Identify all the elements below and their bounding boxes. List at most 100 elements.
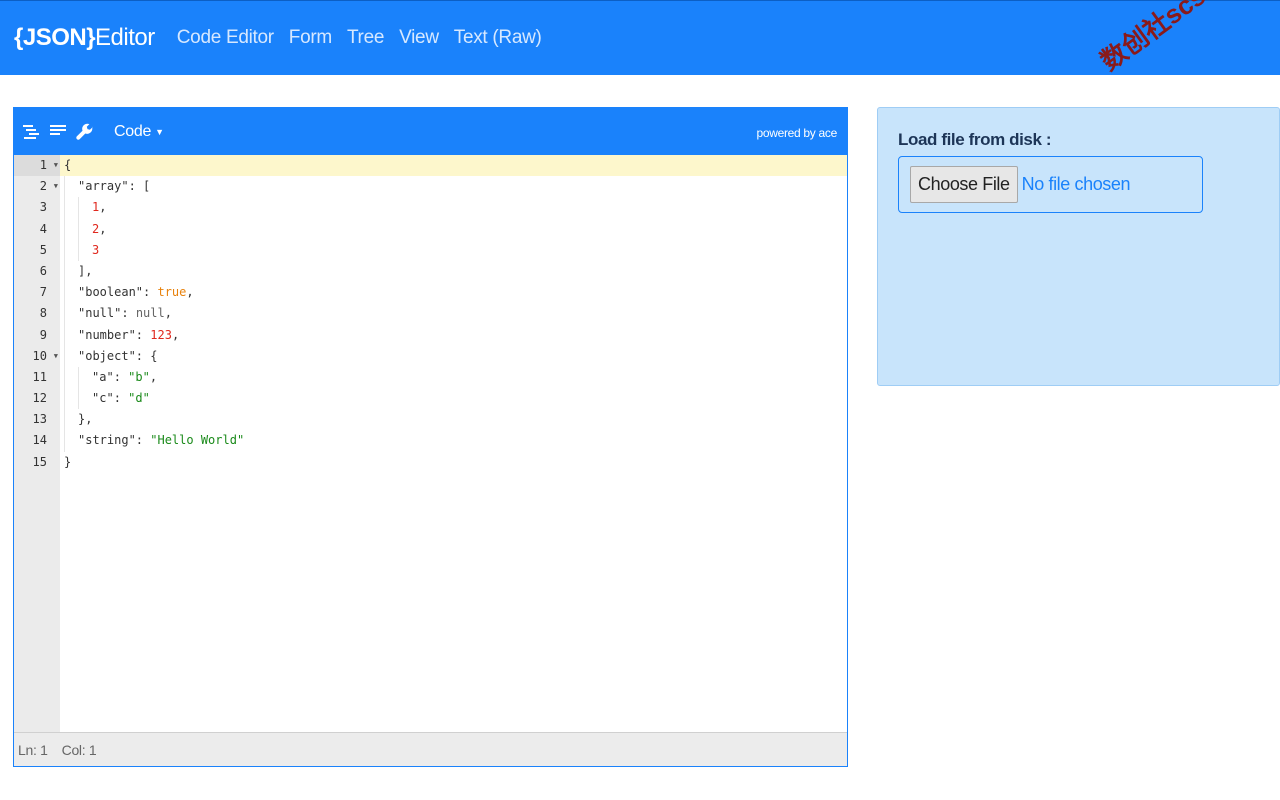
code-line[interactable]: 1,: [60, 197, 847, 219]
code-line[interactable]: "string": "Hello World": [60, 430, 847, 452]
code-token-punct: :: [135, 433, 151, 448]
code-token-str: "Hello World": [150, 433, 245, 448]
indent-guide: [78, 239, 79, 261]
line-number-text: 12: [32, 391, 47, 406]
status-column: Col: 1: [61, 741, 97, 758]
code-token-punct: : [: [128, 179, 151, 194]
indent-guide: [64, 324, 65, 346]
nav-link-code-editor[interactable]: Code Editor: [177, 27, 274, 49]
status-bar: Ln: 1 Col: 1: [14, 732, 847, 766]
code-token-key: "a": [92, 369, 114, 384]
code-token-punct: {: [64, 158, 72, 172]
code-line[interactable]: "object": {: [60, 345, 847, 367]
indent-guide: [64, 260, 65, 283]
line-number-text: 4: [39, 221, 47, 236]
line-number: 1 ▼: [14, 155, 60, 177]
code-content[interactable]: {"array": [1, 2, 3], "boolean": true, "null"…: [60, 155, 847, 733]
line-number: 8: [14, 303, 60, 324]
nav-links: Code Editor Form Tree View Text (Raw): [177, 27, 557, 49]
choose-file-button[interactable]: Choose File: [910, 166, 1018, 203]
indent-guide: [64, 345, 65, 367]
code-token-punct: ,: [149, 369, 158, 384]
file-input[interactable]: Choose File No file chosen: [898, 156, 1203, 213]
code-token-null: null: [135, 306, 165, 321]
code-token-punct: :: [143, 285, 158, 300]
brand-logo[interactable]: {JSON}Editor: [14, 24, 155, 52]
repair-icon[interactable]: [76, 123, 94, 141]
code-token-str: "b": [128, 369, 150, 384]
code-line[interactable]: "null": null,: [60, 303, 847, 325]
indent-guide: [64, 409, 65, 431]
line-number-text: 8: [39, 306, 47, 321]
code-token-punct: },: [78, 412, 93, 427]
indent-guide: [78, 388, 79, 410]
line-number: 3: [14, 197, 60, 218]
code-line[interactable]: ],: [60, 260, 847, 283]
indent-guide: [64, 430, 65, 452]
line-number-text: 13: [32, 412, 47, 427]
code-line[interactable]: "number": 123,: [60, 324, 847, 346]
nav-link-text-raw[interactable]: Text (Raw): [454, 27, 542, 49]
indent-guide: [64, 303, 65, 325]
nav-link-view[interactable]: View: [399, 27, 439, 49]
code-token-punct: :: [121, 306, 136, 321]
code-line[interactable]: }: [60, 452, 847, 473]
nav-link-tree[interactable]: Tree: [347, 27, 384, 49]
caret-down-icon: ▼: [155, 126, 164, 137]
indent-guide: [64, 239, 65, 261]
code-line[interactable]: },: [60, 409, 847, 431]
line-number-text: 10: [32, 348, 47, 363]
indent-guide: [64, 218, 65, 240]
load-file-panel: Load file from disk : Choose File No fil…: [877, 107, 1280, 386]
code-token-key: "array": [78, 179, 129, 194]
fold-toggle-icon[interactable]: ▼: [54, 176, 58, 197]
compact-icon[interactable]: [49, 123, 67, 141]
status-line: Ln: 1: [18, 741, 48, 758]
code-line[interactable]: "boolean": true,: [60, 282, 847, 304]
indent-guide: [64, 282, 65, 304]
code-token-str: "d": [128, 391, 150, 406]
brand-logo-rest: Editor: [95, 24, 155, 51]
indent-guide: [64, 176, 65, 198]
line-number: 11: [14, 367, 60, 388]
code-token-punct: :: [113, 369, 129, 384]
line-number: 14: [14, 430, 60, 451]
code-line[interactable]: 3: [60, 239, 847, 261]
code-token-punct: ],: [78, 263, 93, 278]
fold-toggle-icon[interactable]: ▼: [54, 155, 58, 176]
mode-dropdown[interactable]: Code ▼: [114, 123, 164, 141]
line-number: 6: [14, 261, 60, 282]
line-number: 10 ▼: [14, 346, 60, 367]
fold-toggle-icon[interactable]: ▼: [54, 346, 58, 367]
code-token-punct: ,: [171, 327, 180, 342]
code-area[interactable]: 1 ▼ 2 ▼ 3 4 5 6 7 8 9 10 ▼ 11 12 13 14 15 {"array": [1, 2,…: [14, 155, 847, 733]
indent-guide: [78, 366, 79, 389]
line-number: 15: [14, 452, 60, 473]
line-number-text: 3: [39, 200, 47, 215]
line-number-text: 2: [39, 179, 47, 194]
code-line[interactable]: 2,: [60, 218, 847, 240]
format-icon[interactable]: [22, 123, 40, 141]
line-number-text: 7: [39, 285, 47, 300]
indent-guide: [78, 218, 79, 240]
code-token-key: "boolean": [78, 285, 144, 300]
code-line[interactable]: "array": [: [60, 176, 847, 198]
indent-guide: [64, 197, 65, 219]
line-number-text: 5: [39, 242, 47, 257]
powered-by-ace-link[interactable]: powered by ace: [756, 126, 837, 140]
code-token-punct: ,: [186, 285, 194, 300]
code-token-punct: ,: [99, 200, 107, 215]
code-token-key: "object": [78, 348, 136, 363]
code-token-punct: }: [64, 454, 72, 469]
nav-link-form[interactable]: Form: [289, 27, 332, 49]
code-line[interactable]: "a": "b",: [60, 366, 847, 389]
line-number-text: 1: [39, 158, 47, 172]
line-number-text: 9: [39, 327, 47, 342]
code-token-num: 123: [150, 327, 172, 342]
code-line[interactable]: "c": "d": [60, 388, 847, 410]
indent-guide: [64, 388, 65, 410]
code-line[interactable]: {: [60, 155, 847, 177]
indent-guide: [78, 197, 79, 219]
code-token-punct: :: [113, 391, 129, 406]
indent-guide: [64, 366, 65, 389]
